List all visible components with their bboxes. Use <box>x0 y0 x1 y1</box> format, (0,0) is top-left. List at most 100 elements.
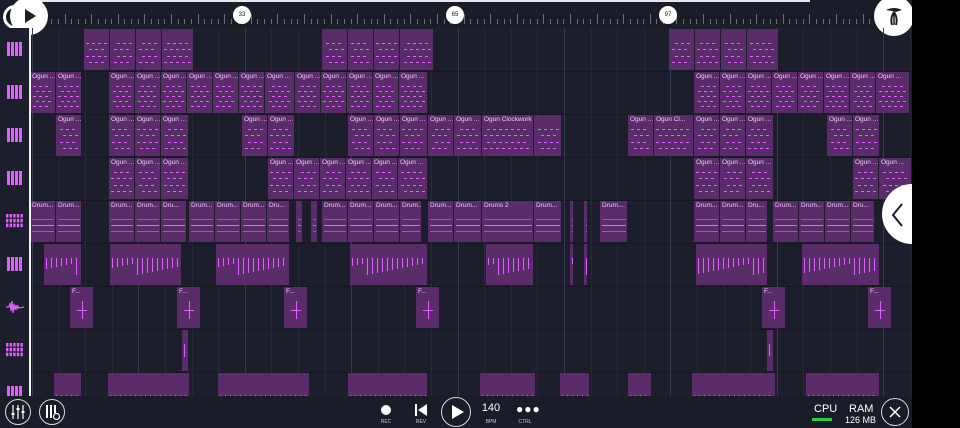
pattern-clip[interactable]: Drum... <box>720 201 746 242</box>
pattern-clip[interactable] <box>108 373 190 396</box>
pattern-clip[interactable]: Ogun ... <box>56 115 82 156</box>
piano-keys-icon[interactable] <box>0 243 30 286</box>
pattern-clip[interactable]: Drum... <box>135 201 161 242</box>
track-lane[interactable] <box>30 329 912 373</box>
pattern-clip[interactable]: Ogun ... <box>374 115 400 156</box>
pattern-clip[interactable]: Drum... <box>454 201 482 242</box>
pattern-clip[interactable] <box>560 373 590 396</box>
pattern-clip[interactable] <box>669 29 695 70</box>
pattern-clip[interactable]: Drum... <box>215 201 241 242</box>
control-menu-button[interactable]: ●●● CTRL <box>513 396 540 428</box>
track-lane[interactable]: Ogun ... Ogun ... Ogun ... Ogun ... Ogun ...… <box>30 157 912 201</box>
track-lane[interactable] <box>30 372 912 396</box>
pattern-clip[interactable]: Ogun ... <box>294 158 320 199</box>
pattern-clip[interactable] <box>348 29 374 70</box>
piano-keys-icon[interactable] <box>0 71 30 114</box>
pattern-clip[interactable]: Ogun ... <box>321 72 347 113</box>
pattern-clip[interactable]: Drum... <box>189 201 215 242</box>
ruler-marker[interactable]: 97 <box>659 6 677 24</box>
pattern-clip[interactable]: F... <box>284 287 308 328</box>
pattern-clip[interactable] <box>400 29 434 70</box>
pattern-clip[interactable] <box>54 373 82 396</box>
pattern-clip[interactable]: Drum... <box>428 201 454 242</box>
pattern-clip[interactable] <box>480 373 536 396</box>
pattern-clip[interactable]: F... <box>416 287 440 328</box>
pattern-clip[interactable]: Ogun ... <box>798 72 824 113</box>
pattern-clip[interactable] <box>747 29 779 70</box>
pattern-clip[interactable] <box>806 373 880 396</box>
pattern-clip[interactable]: Ogun ... <box>746 72 772 113</box>
pattern-clip[interactable]: Drum... <box>534 201 562 242</box>
pattern-clip[interactable] <box>110 29 136 70</box>
pattern-clip[interactable]: Ogun ... <box>268 115 295 156</box>
song-position-bar[interactable] <box>30 0 810 2</box>
pattern-clip[interactable]: Ogun ... <box>827 115 853 156</box>
pattern-clip[interactable]: Ogun ... <box>348 115 374 156</box>
pattern-clip[interactable]: F... <box>177 287 201 328</box>
mixer-button[interactable] <box>5 399 31 425</box>
pattern-clip[interactable]: Drum... <box>600 201 628 242</box>
pattern-clip[interactable]: Ogun ... <box>109 158 135 199</box>
pattern-clip[interactable]: Ogun ... <box>853 158 879 199</box>
pattern-clip[interactable]: Ogun ... <box>265 72 295 113</box>
pattern-clip[interactable] <box>721 29 747 70</box>
pattern-clip[interactable]: Ogun ... <box>109 72 135 113</box>
pattern-clip[interactable]: Ogun ... <box>399 72 428 113</box>
drum-pads-icon[interactable] <box>0 329 30 372</box>
pattern-clip[interactable]: Ogun ... <box>239 72 265 113</box>
pattern-clip[interactable] <box>162 29 194 70</box>
playhead[interactable] <box>29 28 31 396</box>
playlist-grid[interactable]: Ogun ... Ogun ... Ogun ... Ogun ... Ogun ...… <box>30 28 912 396</box>
pattern-clip[interactable]: Ogun ... <box>161 115 189 156</box>
track-lane[interactable]: Ogun ... Ogun ... Ogun ... Ogun ... Ogun ...… <box>30 71 912 115</box>
pattern-clip[interactable]: Ogun ... <box>850 72 876 113</box>
pattern-clip[interactable]: Drum... <box>374 201 400 242</box>
pattern-clip[interactable] <box>296 201 303 242</box>
pattern-clip[interactable] <box>696 244 768 285</box>
track-lane[interactable]: Drum... Drum... Drum... Drum... Dru... Drum..… <box>30 200 912 244</box>
pattern-clip[interactable]: Ogun ... <box>824 72 850 113</box>
pattern-clip[interactable]: Drum... <box>348 201 374 242</box>
pattern-clip[interactable]: Ogun ... <box>428 115 454 156</box>
track-lane[interactable] <box>30 243 912 287</box>
pattern-clip[interactable]: Ogun ... <box>746 158 774 199</box>
close-button[interactable] <box>881 398 909 426</box>
pattern-clip[interactable] <box>84 29 110 70</box>
tempo-button[interactable]: 140 BPM <box>476 396 506 428</box>
pattern-clip[interactable] <box>534 115 562 156</box>
pattern-clip[interactable] <box>628 373 652 396</box>
pattern-clip[interactable]: Ogun ... <box>161 72 187 113</box>
pattern-clip[interactable]: Drum... <box>400 201 422 242</box>
ruler-marker[interactable]: 33 <box>233 6 251 24</box>
pattern-clip[interactable]: F... <box>868 287 892 328</box>
pattern-clip[interactable]: Drum... <box>322 201 348 242</box>
pattern-clip[interactable]: Ogun ... <box>295 72 321 113</box>
pattern-clip[interactable] <box>767 330 774 371</box>
pattern-clip[interactable]: Drum... <box>241 201 267 242</box>
pattern-clip[interactable]: Ogun ... <box>694 115 720 156</box>
pattern-clip[interactable] <box>486 244 534 285</box>
pattern-clip[interactable]: Ogun ... <box>720 158 746 199</box>
pattern-clip[interactable]: Drum... <box>109 201 135 242</box>
pattern-clip[interactable]: Ogun Cl... <box>654 115 694 156</box>
pattern-clip[interactable]: Ogun ... <box>746 115 774 156</box>
piano-keys-icon[interactable] <box>0 114 30 157</box>
pattern-clip[interactable] <box>110 244 182 285</box>
pattern-clip[interactable]: Ogun ... <box>720 115 746 156</box>
pattern-clip[interactable]: Ogun ... <box>400 115 428 156</box>
pattern-clip[interactable]: F... <box>762 287 786 328</box>
pattern-clip[interactable]: Dru... <box>267 201 290 242</box>
pattern-clip[interactable]: Ogun ... <box>320 158 346 199</box>
pattern-clip[interactable]: Ogun ... <box>30 72 56 113</box>
pattern-clip[interactable]: Ogun ... <box>56 72 82 113</box>
pattern-clip[interactable]: Ogun ... <box>372 158 398 199</box>
pattern-clip[interactable]: Dru... <box>746 201 768 242</box>
waveform-icon[interactable] <box>0 286 30 329</box>
channel-rack-button[interactable] <box>39 399 65 425</box>
reverse-button[interactable]: REV <box>409 396 433 428</box>
pattern-clip[interactable]: Ogun ... <box>694 72 720 113</box>
pattern-clip[interactable] <box>218 373 310 396</box>
pattern-clip[interactable]: Ogun ... <box>109 115 135 156</box>
pattern-clip[interactable]: Dru... <box>161 201 187 242</box>
pattern-clip[interactable] <box>584 201 588 242</box>
